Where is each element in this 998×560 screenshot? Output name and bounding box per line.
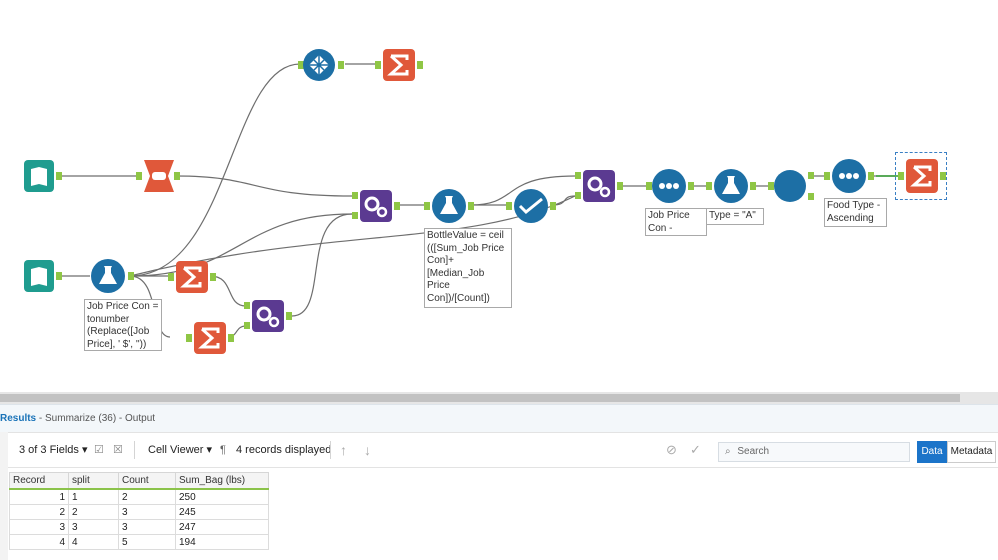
join-tool-2[interactable] <box>244 298 296 339</box>
cell-count[interactable]: 5 <box>118 534 176 550</box>
results-header: Results - Summarize (36) - Output <box>0 404 998 433</box>
summarize-tool-2[interactable] <box>186 321 236 360</box>
select-tool[interactable] <box>506 188 556 229</box>
sample-tool[interactable] <box>136 160 180 197</box>
cell-split[interactable]: 2 <box>68 504 119 520</box>
col-header-count[interactable]: Count <box>118 472 176 490</box>
input-data-tool-1[interactable] <box>22 160 64 197</box>
search-icon: ⌕ <box>725 446 731 457</box>
formula-tool-1[interactable] <box>86 258 136 299</box>
annotation-sort-job-price: Job Price Con - Descending <box>645 208 707 236</box>
cell-count[interactable]: 3 <box>118 504 176 520</box>
data-tab-button[interactable]: Data <box>917 441 947 463</box>
horizontal-scrollbar[interactable] <box>0 392 998 404</box>
formula-tool-3[interactable] <box>706 168 756 209</box>
table-row[interactable]: 4 4 5 194 <box>9 534 269 550</box>
cell-sum-bag[interactable]: 245 <box>175 504 269 520</box>
workflow-canvas[interactable]: Job Price Con = tonumber (Replace([Job P… <box>0 0 998 392</box>
cell-split[interactable]: 3 <box>68 519 119 535</box>
search-input[interactable]: ⌕ Search <box>718 442 910 462</box>
table-header-row: Record split Count Sum_Bag (lbs) <box>9 472 269 490</box>
cancel-icon[interactable]: ⊘ <box>666 433 677 467</box>
results-side-rail <box>0 432 8 560</box>
tile-tool[interactable] <box>298 48 346 87</box>
col-header-record[interactable]: Record <box>9 472 69 490</box>
cell-count[interactable]: 3 <box>118 519 176 535</box>
summarize-tool-selected[interactable] <box>895 152 947 200</box>
summarize-tool-1[interactable] <box>168 260 218 299</box>
metadata-tab-button[interactable]: Metadata <box>947 441 996 463</box>
table-row[interactable]: 3 3 3 247 <box>9 519 269 535</box>
input-data-tool-2[interactable] <box>22 260 64 297</box>
results-title: Results <box>0 413 37 424</box>
cell-sum-bag[interactable]: 247 <box>175 519 269 535</box>
cell-record[interactable]: 1 <box>9 488 69 505</box>
check-icon[interactable]: ✓ <box>690 433 701 467</box>
annotation-filter-type: Type = "A" <box>706 208 764 225</box>
search-placeholder: Search <box>737 446 770 457</box>
join-tool-3[interactable] <box>575 168 625 209</box>
arrow-down-icon[interactable]: ↓ <box>364 433 371 467</box>
col-header-split[interactable]: split <box>68 472 119 490</box>
sort-tool-1[interactable] <box>646 168 694 209</box>
annotation-sort-food-type: Food Type - Ascending <box>824 198 887 227</box>
results-subtitle: - Summarize (36) - Output <box>38 413 156 424</box>
fields-selector[interactable]: 3 of 3 Fields ▾ <box>19 433 88 467</box>
cell-sum-bag[interactable]: 194 <box>175 534 269 550</box>
sort-tool-2[interactable] <box>824 158 874 199</box>
cell-sum-bag[interactable]: 250 <box>175 488 269 505</box>
cell-split[interactable]: 1 <box>68 488 119 505</box>
join-tool-1[interactable] <box>352 188 402 229</box>
edit-icon[interactable]: ☑ <box>94 433 104 467</box>
cell-record[interactable]: 2 <box>9 504 69 520</box>
cell-split[interactable]: 4 <box>68 534 119 550</box>
filter-tool[interactable] <box>768 168 818 209</box>
results-table: Record split Count Sum_Bag (lbs) 1 1 2 2… <box>9 472 269 550</box>
records-count: 4 records displayed <box>236 444 332 456</box>
cell-record[interactable]: 4 <box>9 534 69 550</box>
cell-viewer-dropdown[interactable]: Cell Viewer ▾ <box>148 433 212 467</box>
col-header-sum-bag[interactable]: Sum_Bag (lbs) <box>175 472 269 490</box>
cell-count[interactable]: 2 <box>118 488 176 505</box>
scrollbar-thumb[interactable] <box>0 394 960 402</box>
table-row[interactable]: 1 1 2 250 <box>9 488 269 505</box>
annotation-job-price-con: Job Price Con = tonumber (Replace([Job P… <box>84 299 162 351</box>
cell-record[interactable]: 3 <box>9 519 69 535</box>
arrow-up-icon[interactable]: ↑ <box>340 433 347 467</box>
annotation-bottle-value: BottleValue = ceil (([Sum_Job Price Con]… <box>424 228 512 308</box>
formula-tool-2[interactable] <box>424 188 474 229</box>
pilcrow-icon[interactable]: ¶ <box>220 433 226 467</box>
summarize-tool-top[interactable] <box>375 48 425 87</box>
table-row[interactable]: 2 2 3 245 <box>9 504 269 520</box>
clear-icon[interactable]: ☒ <box>113 433 123 467</box>
